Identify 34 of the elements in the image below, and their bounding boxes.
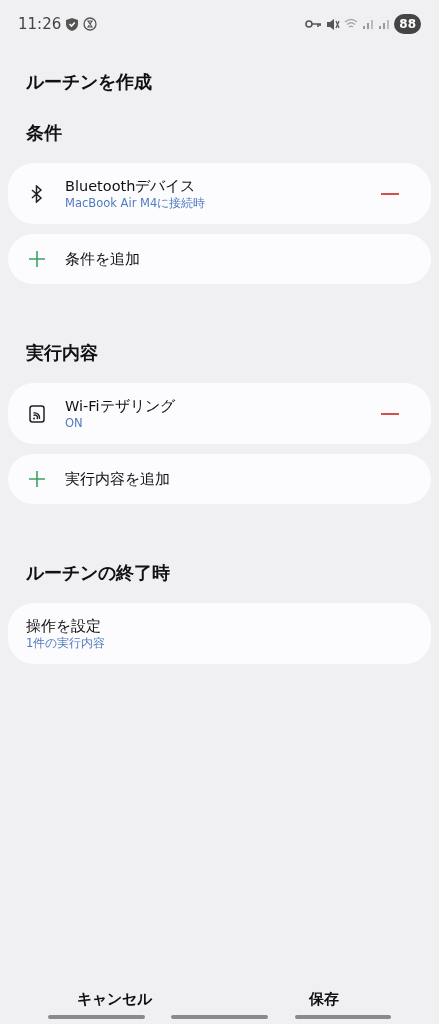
section-heading: 条件 [26, 121, 63, 145]
item-subtitle: 1件の実行内容 [26, 636, 107, 651]
page-title: ルーチンを作成 [26, 70, 153, 94]
remove-button[interactable] [381, 412, 399, 415]
shield-icon [65, 16, 80, 32]
condition-card[interactable]: 操作を設定 1件の実行内容 [8, 603, 431, 664]
condition-card[interactable]: Bluetoothデバイス MacBook Air M4に接続時 [8, 163, 431, 224]
plus-icon [28, 470, 46, 488]
add-button[interactable]: 条件を追加 [8, 234, 431, 284]
section-heading: ルーチンの終了時 [26, 561, 171, 585]
battery-level: 88 [394, 14, 421, 34]
condition-card[interactable]: Wi-Fiテザリング ON [8, 383, 431, 444]
bluetooth-icon [31, 184, 43, 203]
wifi-icon [344, 18, 359, 30]
hotspot-icon [29, 404, 45, 423]
key-icon [305, 19, 323, 29]
timer-icon [83, 17, 98, 31]
item-title: Wi-Fiテザリング [65, 397, 176, 416]
signal-icon [362, 18, 375, 30]
item-title: 操作を設定 [26, 617, 102, 636]
item-subtitle: MacBook Air M4に接続時 [65, 196, 207, 211]
clock-time: 11:26 [18, 13, 62, 35]
item-subtitle: ON [65, 416, 84, 431]
add-label: 条件を追加 [65, 250, 140, 269]
add-label: 実行内容を追加 [65, 470, 170, 489]
cancel-button[interactable]: キャンセル [76, 986, 152, 1012]
signal-icon [378, 18, 391, 30]
mute-icon [326, 17, 341, 31]
item-title: Bluetoothデバイス [65, 177, 197, 196]
section-heading: 実行内容 [26, 341, 99, 365]
save-button[interactable]: 保存 [309, 986, 339, 1012]
add-button[interactable]: 実行内容を追加 [8, 454, 431, 504]
remove-button[interactable] [381, 192, 399, 195]
plus-icon [28, 250, 46, 268]
